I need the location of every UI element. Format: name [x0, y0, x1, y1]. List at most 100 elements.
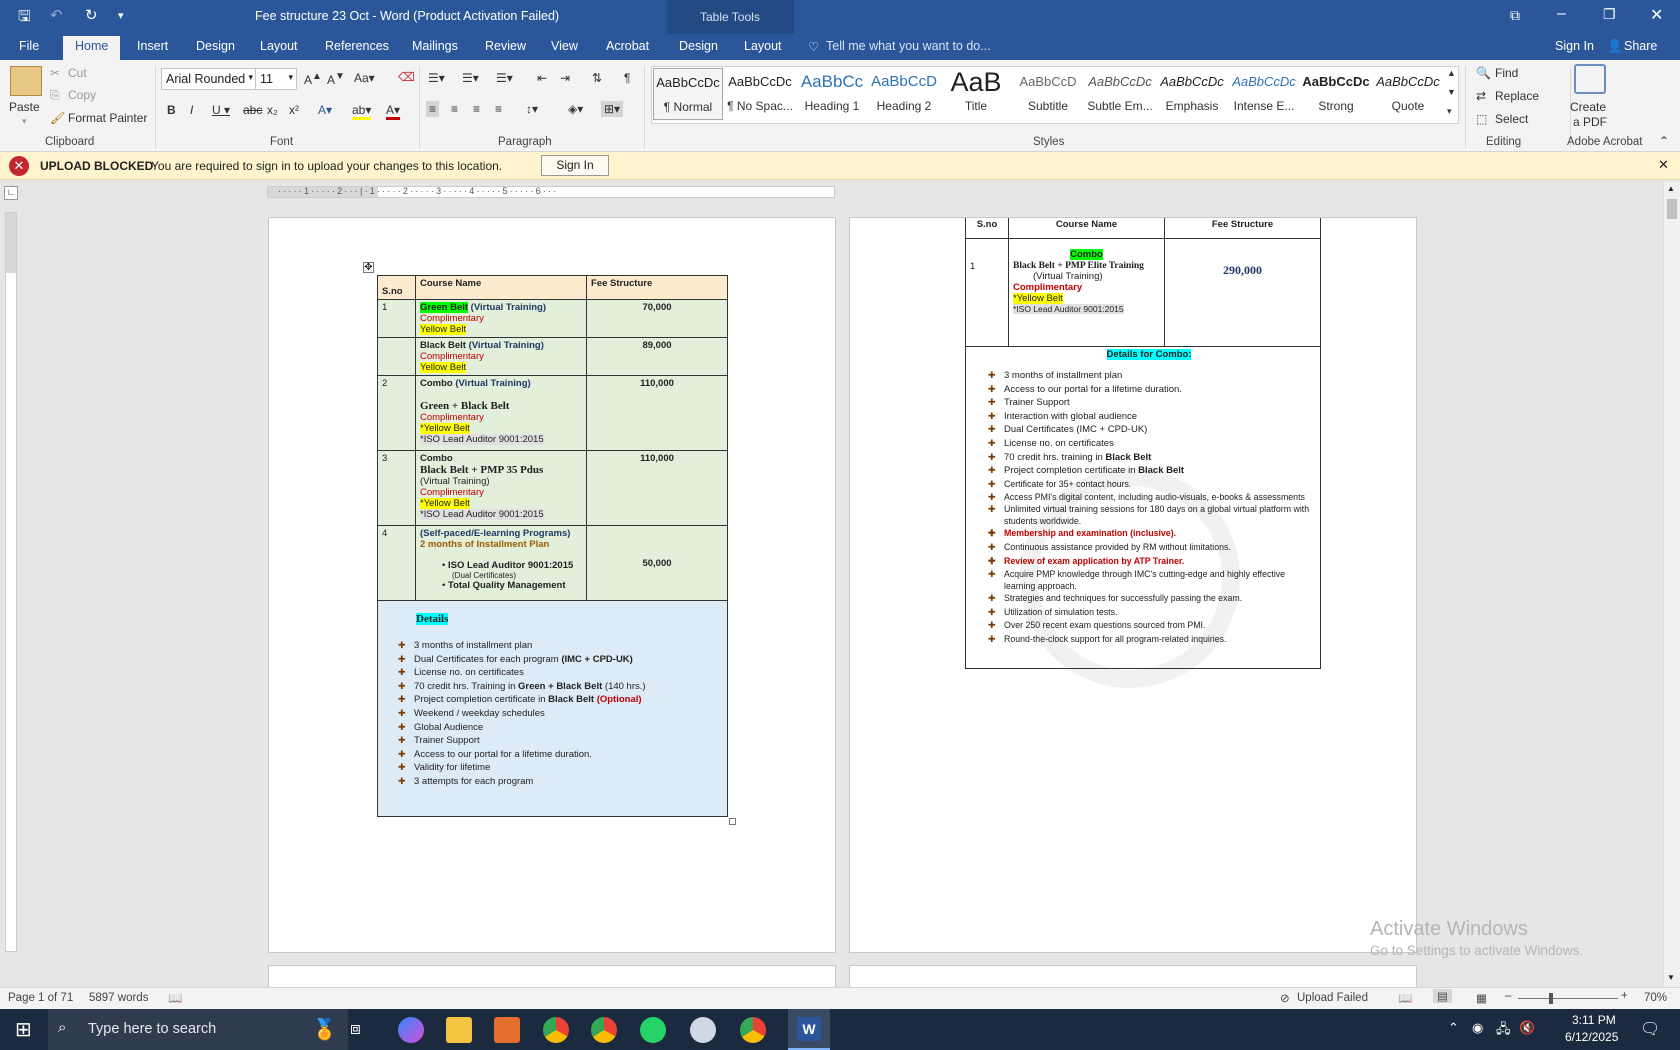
paste-button[interactable]: Paste: [9, 100, 40, 114]
style-normal[interactable]: AaBbCcDc ¶ Normal: [653, 68, 723, 120]
document-page-1[interactable]: ✥ S.no Course Name Fee Structure 1 Green…: [268, 217, 836, 953]
proofing-icon[interactable]: 📖: [168, 991, 182, 1005]
underline-icon[interactable]: U ▾: [212, 103, 230, 117]
chrome-icon-3[interactable]: [740, 1017, 766, 1043]
tab-insert[interactable]: Insert: [137, 39, 168, 53]
chrome-icon-2[interactable]: [591, 1017, 617, 1043]
bold-icon[interactable]: B: [167, 103, 176, 117]
word-taskbar-button[interactable]: W: [788, 1009, 830, 1050]
share-button[interactable]: Share: [1624, 39, 1657, 53]
scroll-down-icon[interactable]: ▼: [1667, 973, 1675, 982]
copy-icon[interactable]: ⎘: [50, 88, 60, 103]
align-center-icon[interactable]: ≡: [451, 102, 458, 116]
select-button[interactable]: Select: [1495, 112, 1528, 126]
tab-file[interactable]: File: [19, 39, 39, 53]
justify-icon[interactable]: ≡: [495, 102, 502, 116]
chrome-icon-1[interactable]: [543, 1017, 569, 1043]
create-pdf-button-line2[interactable]: a PDF: [1573, 115, 1607, 129]
font-color-icon[interactable]: A▾: [386, 103, 401, 120]
tab-review[interactable]: Review: [485, 39, 526, 53]
paste-icon[interactable]: [10, 66, 42, 96]
shrink-font-icon[interactable]: A▼: [327, 71, 345, 87]
tray-chevron-icon[interactable]: ⌃: [1448, 1020, 1459, 1036]
style-subtitle[interactable]: AaBbCcD Subtitle: [1013, 68, 1083, 120]
styles-more-icon[interactable]: ▾: [1447, 106, 1452, 117]
collapse-ribbon-icon[interactable]: ⌃: [1659, 134, 1669, 148]
styles-scroll-down-icon[interactable]: ▼: [1447, 87, 1456, 97]
style-strong[interactable]: AaBbCcDc Strong: [1301, 68, 1371, 120]
app-icon[interactable]: [494, 1017, 520, 1043]
tab-table-layout[interactable]: Layout: [744, 39, 782, 53]
tab-home[interactable]: Home: [63, 36, 121, 60]
whatsapp-icon[interactable]: [640, 1017, 666, 1043]
text-effects-icon[interactable]: A▾: [318, 103, 332, 117]
ribbon-display-icon[interactable]: ⧉: [1510, 7, 1520, 24]
find-button[interactable]: Find: [1495, 66, 1518, 80]
page-count[interactable]: Page 1 of 71: [8, 992, 73, 1004]
copilot-icon[interactable]: [398, 1017, 424, 1043]
zoom-out-icon[interactable]: –: [1505, 990, 1511, 1002]
web-layout-icon[interactable]: ▦: [1476, 991, 1487, 1005]
replace-button[interactable]: Replace: [1495, 89, 1539, 103]
tell-me-box[interactable]: Tell me what you want to do...: [826, 39, 991, 53]
sort-icon[interactable]: ⇅: [592, 71, 602, 85]
close-icon[interactable]: ✕: [1650, 5, 1663, 25]
tab-table-design[interactable]: Design: [679, 39, 718, 53]
read-mode-icon[interactable]: 📖: [1398, 991, 1412, 1005]
vertical-ruler[interactable]: [5, 212, 17, 952]
multilevel-icon[interactable]: ☰▾: [496, 71, 513, 85]
redo-icon[interactable]: ↻: [85, 6, 98, 24]
upload-status[interactable]: Upload Failed: [1297, 992, 1368, 1004]
table-resize-handle[interactable]: [729, 818, 736, 825]
cut-button[interactable]: Cut: [68, 66, 87, 80]
replace-icon[interactable]: ⇄: [1476, 89, 1486, 103]
tray-app-icon[interactable]: ◉: [1472, 1020, 1483, 1036]
format-painter-icon[interactable]: 🖌: [50, 111, 65, 125]
table-move-handle-icon[interactable]: ✥: [363, 262, 374, 273]
bullets-icon[interactable]: ☰▾: [428, 71, 445, 85]
tab-design[interactable]: Design: [196, 39, 235, 53]
volume-mute-icon[interactable]: 🔇: [1519, 1020, 1535, 1036]
clear-format-icon[interactable]: ⌫: [398, 70, 415, 84]
word-count[interactable]: 5897 words: [89, 992, 148, 1004]
network-icon[interactable]: 🖧: [1496, 1020, 1511, 1042]
show-marks-icon[interactable]: ¶: [624, 71, 630, 85]
numbering-icon[interactable]: ☰▾: [462, 71, 479, 85]
restore-icon[interactable]: ❐: [1603, 6, 1616, 23]
tab-acrobat[interactable]: Acrobat: [606, 39, 649, 53]
tab-mailings[interactable]: Mailings: [412, 39, 458, 53]
scroll-up-icon[interactable]: ▲: [1667, 184, 1675, 193]
undo-icon[interactable]: ↶: [50, 6, 63, 24]
minimize-icon[interactable]: –: [1557, 5, 1566, 23]
zoom-level[interactable]: 70%: [1644, 992, 1667, 1004]
tab-references[interactable]: References: [325, 39, 389, 53]
format-painter-button[interactable]: Format Painter: [68, 111, 147, 125]
line-spacing-icon[interactable]: ↕▾: [526, 102, 538, 116]
font-name-box[interactable]: Arial Rounded ▾: [161, 68, 257, 90]
increase-indent-icon[interactable]: ⇥: [560, 71, 570, 85]
task-view-icon[interactable]: ⧈: [350, 1019, 361, 1039]
notifications-icon[interactable]: 🗨: [1640, 1019, 1660, 1039]
sign-in-link[interactable]: Sign In: [1555, 39, 1594, 53]
zoom-slider[interactable]: [1518, 998, 1618, 999]
change-case-icon[interactable]: Aa▾: [354, 71, 375, 85]
create-pdf-button-line1[interactable]: Create: [1570, 100, 1606, 114]
taskbar-search-box[interactable]: ⌕ Type here to search 🏅: [48, 1009, 348, 1050]
zoom-slider-thumb[interactable]: [1549, 993, 1553, 1004]
italic-icon[interactable]: I: [190, 103, 193, 117]
strikethrough-icon[interactable]: abc: [243, 103, 262, 117]
style-quote[interactable]: AaBbCcDc Quote: [1373, 68, 1443, 120]
styles-scroll-up-icon[interactable]: ▲: [1447, 68, 1456, 78]
share-icon[interactable]: 👤: [1607, 39, 1623, 54]
grow-font-icon[interactable]: A▲: [304, 71, 322, 87]
create-pdf-icon[interactable]: [1574, 64, 1606, 94]
shading-icon[interactable]: ◈▾: [568, 102, 583, 116]
vertical-scrollbar[interactable]: ▲ ▼: [1663, 182, 1680, 987]
scroll-thumb[interactable]: [1667, 199, 1677, 219]
copy-button[interactable]: Copy: [68, 88, 96, 102]
print-layout-icon[interactable]: ▤: [1433, 989, 1452, 1003]
style-no-spacing[interactable]: AaBbCcDc ¶ No Spac...: [725, 68, 795, 120]
clock-date[interactable]: 6/12/2025: [1565, 1030, 1618, 1044]
align-left-icon[interactable]: ≡: [426, 101, 440, 117]
zoom-in-icon[interactable]: +: [1621, 990, 1628, 1002]
